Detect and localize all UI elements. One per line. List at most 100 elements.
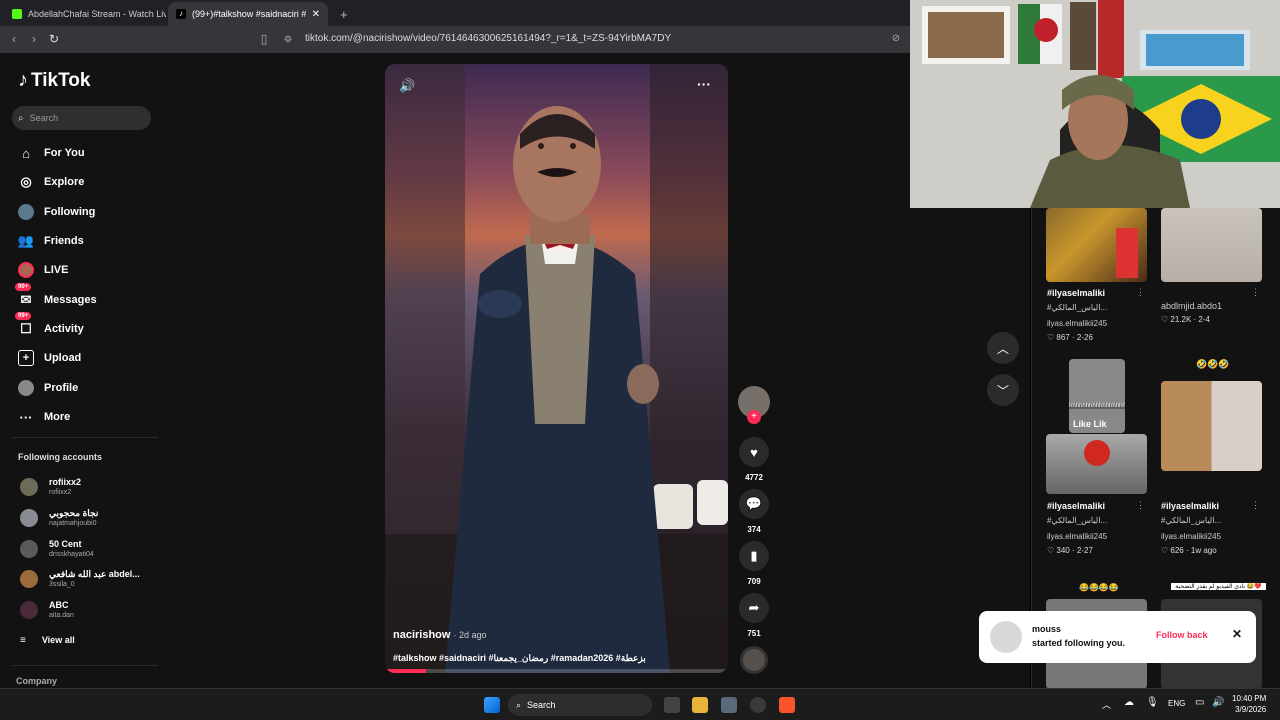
nav-following[interactable]: Following — [18, 202, 95, 222]
suggestion-subtitle: #الياس_المالكي... — [1047, 303, 1108, 312]
nav-friends[interactable]: 👥 Friends — [18, 231, 84, 251]
nav-more[interactable]: ··· More — [18, 407, 71, 427]
extension-icon[interactable]: ⊘ — [888, 31, 904, 47]
author-name[interactable]: nacirishow — [393, 629, 450, 641]
nav-profile[interactable]: Profile — [18, 378, 78, 398]
microphone-icon[interactable]: 🎙 — [1146, 697, 1159, 708]
network-icon[interactable]: ▭ — [1195, 697, 1204, 708]
close-tab-icon[interactable]: ✕ — [312, 9, 320, 20]
like-button[interactable]: ♥ 4772 — [738, 437, 770, 482]
thumb-caption: hhhhhhhhhhhhhhhhhh — [1069, 403, 1125, 409]
notification-user[interactable]: mouss — [1032, 624, 1061, 634]
thumb-caption: 🤣🤣🤣 — [1196, 359, 1230, 369]
tray-chevron-icon[interactable]: ︿ — [1102, 698, 1111, 711]
suggestion-thumbnail[interactable]: hhhhhhhhhhhhhhhhhh Like Lik — [1069, 359, 1125, 433]
reload-icon[interactable]: ↻ — [46, 31, 62, 47]
comment-button[interactable]: 💬 374 — [738, 489, 770, 534]
bookmark-icon[interactable]: ▯ — [256, 31, 272, 47]
logo-text: TikTok — [31, 69, 91, 91]
suggestion-author[interactable]: abdlmjid.abdo1 — [1161, 301, 1222, 311]
brave-browser-icon[interactable] — [779, 697, 795, 713]
windows-start-icon[interactable] — [484, 697, 500, 713]
suggestion-author[interactable]: ilyas.elmalikii245 — [1047, 532, 1107, 541]
upload-icon: + — [18, 350, 34, 366]
search-input[interactable]: ⌕ Search — [12, 106, 151, 130]
suggestion-thumbnail[interactable] — [1161, 208, 1262, 282]
account-item[interactable]: 50 Cent drisskhayati04 — [20, 539, 94, 559]
next-video-button[interactable]: ﹀ — [987, 374, 1019, 406]
follow-back-button[interactable]: Follow back — [1156, 630, 1208, 640]
account-item[interactable]: نجاة محجوبي najatmahjoubi0 — [20, 508, 98, 528]
suggestion-title[interactable]: #ilyaselmaliki — [1161, 501, 1219, 511]
search-icon: ⌕ — [516, 699, 522, 710]
tab-tiktok[interactable]: ♪ (99+)#talkshow #saidnaciri #بزعطة ✕ — [168, 2, 328, 26]
follow-plus-icon[interactable]: + — [747, 410, 761, 424]
suggestion-subtitle: #الياس_المالكي... — [1161, 516, 1222, 525]
suggestion-thumbnail[interactable] — [1046, 434, 1147, 494]
view-all-link[interactable]: ≡ View all — [20, 630, 75, 650]
task-view-icon[interactable] — [664, 697, 680, 713]
sidebar: ♪ TikTok ⌕ Search ⌂ For You ◎ Explore Foll… — [0, 53, 160, 688]
close-icon[interactable]: ✕ — [1232, 627, 1242, 641]
video-frame — [385, 64, 728, 673]
back-icon[interactable]: ‹ — [6, 31, 22, 47]
more-options-icon[interactable]: ⋮ — [1251, 287, 1260, 298]
video-player[interactable]: 🔊 ··· nacirishow · 2d ago #talkshow #sai… — [385, 64, 728, 673]
following-avatar-icon — [18, 204, 34, 220]
bookmark-icon: ▮ — [739, 541, 769, 571]
url-field[interactable]: tiktok.com/@nacirishow/video/76146463006… — [305, 33, 671, 44]
divider — [12, 437, 158, 438]
save-count: 709 — [747, 577, 761, 586]
previous-video-button[interactable]: ︿ — [987, 332, 1019, 364]
more-options-icon[interactable]: ⋮ — [1136, 287, 1145, 298]
chevron-down-icon: ﹀ — [996, 383, 1009, 398]
more-options-icon[interactable]: ⋮ — [1251, 500, 1260, 511]
suggestion-author[interactable]: ilyas.elmalikii245 — [1047, 319, 1107, 328]
suggestion-thumbnail[interactable] — [1161, 381, 1262, 471]
account-item[interactable]: rofiixx2 rofiixx2 — [20, 477, 81, 497]
volume-icon[interactable]: 🔊 — [399, 78, 415, 94]
nav-label: Profile — [44, 382, 79, 394]
taskbar-search[interactable]: ⌕ Search — [508, 694, 652, 716]
account-handle: aita.dan — [49, 612, 74, 619]
sound-disc-button[interactable] — [738, 646, 770, 674]
suggestion-author[interactable]: ilyas.elmalikii245 — [1161, 532, 1221, 541]
video-caption: #talkshow #saidnaciri #رمضان_يجمعنا #ram… — [393, 653, 646, 663]
suggestion-title[interactable]: #ilyaselmaliki — [1047, 501, 1105, 511]
site-info-icon[interactable]: ⚙ — [280, 31, 296, 47]
video-author[interactable]: nacirishow · 2d ago — [393, 629, 487, 641]
author-avatar-button[interactable]: + — [738, 386, 770, 424]
share-button[interactable]: ➦ 751 — [738, 593, 770, 638]
nav-upload[interactable]: + Upload — [18, 348, 81, 368]
cloud-icon[interactable]: ☁ — [1124, 697, 1134, 708]
obs-icon[interactable] — [750, 697, 766, 713]
volume-icon[interactable]: 🔊 — [1212, 697, 1224, 708]
clock[interactable]: 10:40 PM 3/9/2026 — [1232, 693, 1266, 715]
notification-message: started following you. — [1032, 638, 1126, 648]
nav-messages[interactable]: ✉ 99+ Messages — [15, 283, 97, 310]
forward-icon[interactable]: › — [26, 31, 42, 47]
account-item[interactable]: عبد الله شافعي abdel... 3ssila_0 — [20, 569, 140, 589]
account-item[interactable]: ABC aita.dan — [20, 600, 74, 620]
suggestion-stats: ♡ 626 · 1w ago — [1161, 546, 1217, 555]
clock-time: 10:40 PM — [1232, 694, 1267, 703]
nav-live[interactable]: LIVE — [18, 260, 68, 280]
company-link[interactable]: Company — [16, 676, 57, 686]
suggestion-thumbnail[interactable] — [1046, 208, 1147, 282]
file-explorer-icon[interactable] — [692, 697, 708, 713]
suggestion-title[interactable]: #ilyaselmaliki — [1047, 288, 1105, 298]
tab-kick-stream[interactable]: AbdellahChafai Stream - Watch Live — [4, 2, 166, 26]
tiktok-logo[interactable]: ♪ TikTok — [18, 69, 90, 92]
progress-bar[interactable] — [385, 669, 728, 673]
nav-label: Activity — [44, 323, 84, 335]
nav-explore[interactable]: ◎ Explore — [18, 172, 84, 192]
more-options-icon[interactable]: ··· — [697, 76, 711, 92]
new-tab-button[interactable]: + — [332, 2, 352, 26]
camera-app-icon[interactable] — [721, 697, 737, 713]
more-options-icon[interactable]: ⋮ — [1136, 500, 1145, 511]
nav-for-you[interactable]: ⌂ For You — [18, 143, 84, 163]
taskbar-search-label: Search — [527, 700, 556, 710]
nav-activity[interactable]: ☐ 99+ Activity — [15, 312, 84, 339]
save-button[interactable]: ▮ 709 — [738, 541, 770, 586]
language-indicator[interactable]: ENG — [1168, 699, 1185, 708]
